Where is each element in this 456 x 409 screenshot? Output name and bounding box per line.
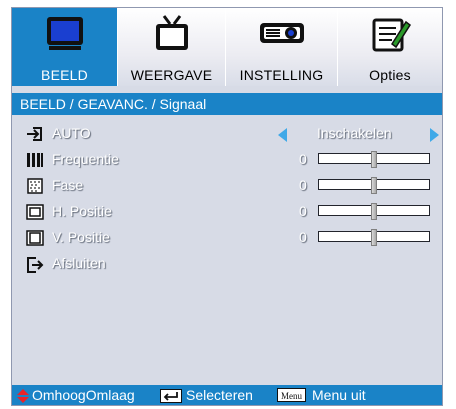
tab-label: BEELD <box>41 67 88 83</box>
menu-item-auto[interactable]: AUTO Inschakelen <box>12 121 442 147</box>
frequency-slider[interactable] <box>318 151 430 168</box>
arrow-left-icon[interactable] <box>278 128 287 142</box>
menu-item-v-positie[interactable]: V. Positie 0 <box>12 225 442 251</box>
projector-icon <box>257 14 307 55</box>
v-position-icon <box>26 230 44 251</box>
tab-weergave[interactable]: WEERGAVE <box>118 8 226 86</box>
v-position-slider[interactable] <box>318 229 430 246</box>
slider-knob[interactable] <box>371 151 377 168</box>
slider-value: 0 <box>299 177 307 193</box>
tab-label: WEERGAVE <box>130 67 213 83</box>
tab-instelling[interactable]: INSTELLING <box>226 8 338 86</box>
h-position-slider[interactable] <box>318 203 430 220</box>
menu-item-label: Frequentie <box>52 151 119 167</box>
menu-item-afsluiten[interactable]: Afsluiten <box>12 251 442 277</box>
h-position-icon <box>26 204 44 225</box>
footer-select-label: Selecteren <box>186 387 253 403</box>
menu-key-icon: Menu <box>277 388 306 402</box>
menu-item-label: Afsluiten <box>52 255 106 271</box>
slider-knob[interactable] <box>371 203 377 220</box>
footer-nav-label: OmhoogOmlaag <box>32 387 135 403</box>
tab-opties[interactable]: Opties <box>338 8 442 86</box>
footer-bar: OmhoogOmlaag Selecteren Menu Menu uit <box>12 385 442 405</box>
slider-knob[interactable] <box>371 177 377 194</box>
frequency-icon <box>26 152 44 173</box>
menu-item-h-positie[interactable]: H. Positie 0 <box>12 199 442 225</box>
osd-menu: BEELD WEERGAVE INSTELLING Opties BEELD /… <box>11 7 443 406</box>
tab-label: Opties <box>369 67 411 83</box>
arrow-right-icon[interactable] <box>430 128 439 142</box>
breadcrumb: BEELD / GEAVANC. / Signaal <box>12 93 442 115</box>
phase-slider[interactable] <box>318 177 430 194</box>
exit-icon <box>26 256 44 279</box>
menu-item-label: H. Positie <box>52 203 112 219</box>
auto-value: Inschakelen <box>317 125 392 141</box>
up-down-arrows-icon <box>17 388 29 408</box>
footer-menu-label: Menu uit <box>312 387 366 403</box>
auto-input-icon <box>26 126 44 147</box>
monitor-icon <box>43 14 87 57</box>
menu-item-frequentie[interactable]: Frequentie 0 <box>12 147 442 173</box>
slider-value: 0 <box>299 229 307 245</box>
enter-key-icon <box>160 388 182 408</box>
notepad-icon <box>368 14 412 59</box>
tab-label: INSTELLING <box>239 67 324 83</box>
menu-item-label: AUTO <box>52 125 91 141</box>
slider-value: 0 <box>299 203 307 219</box>
menu-item-fase[interactable]: Fase 0 <box>12 173 442 199</box>
tab-beeld[interactable]: BEELD <box>12 8 118 86</box>
slider-value: 0 <box>299 151 307 167</box>
menu-item-label: V. Positie <box>52 229 110 245</box>
tab-bar: BEELD WEERGAVE INSTELLING Opties <box>12 8 442 86</box>
slider-knob[interactable] <box>371 229 377 246</box>
menu-item-label: Fase <box>52 177 84 193</box>
tv-icon <box>150 14 194 59</box>
phase-icon <box>26 178 44 199</box>
